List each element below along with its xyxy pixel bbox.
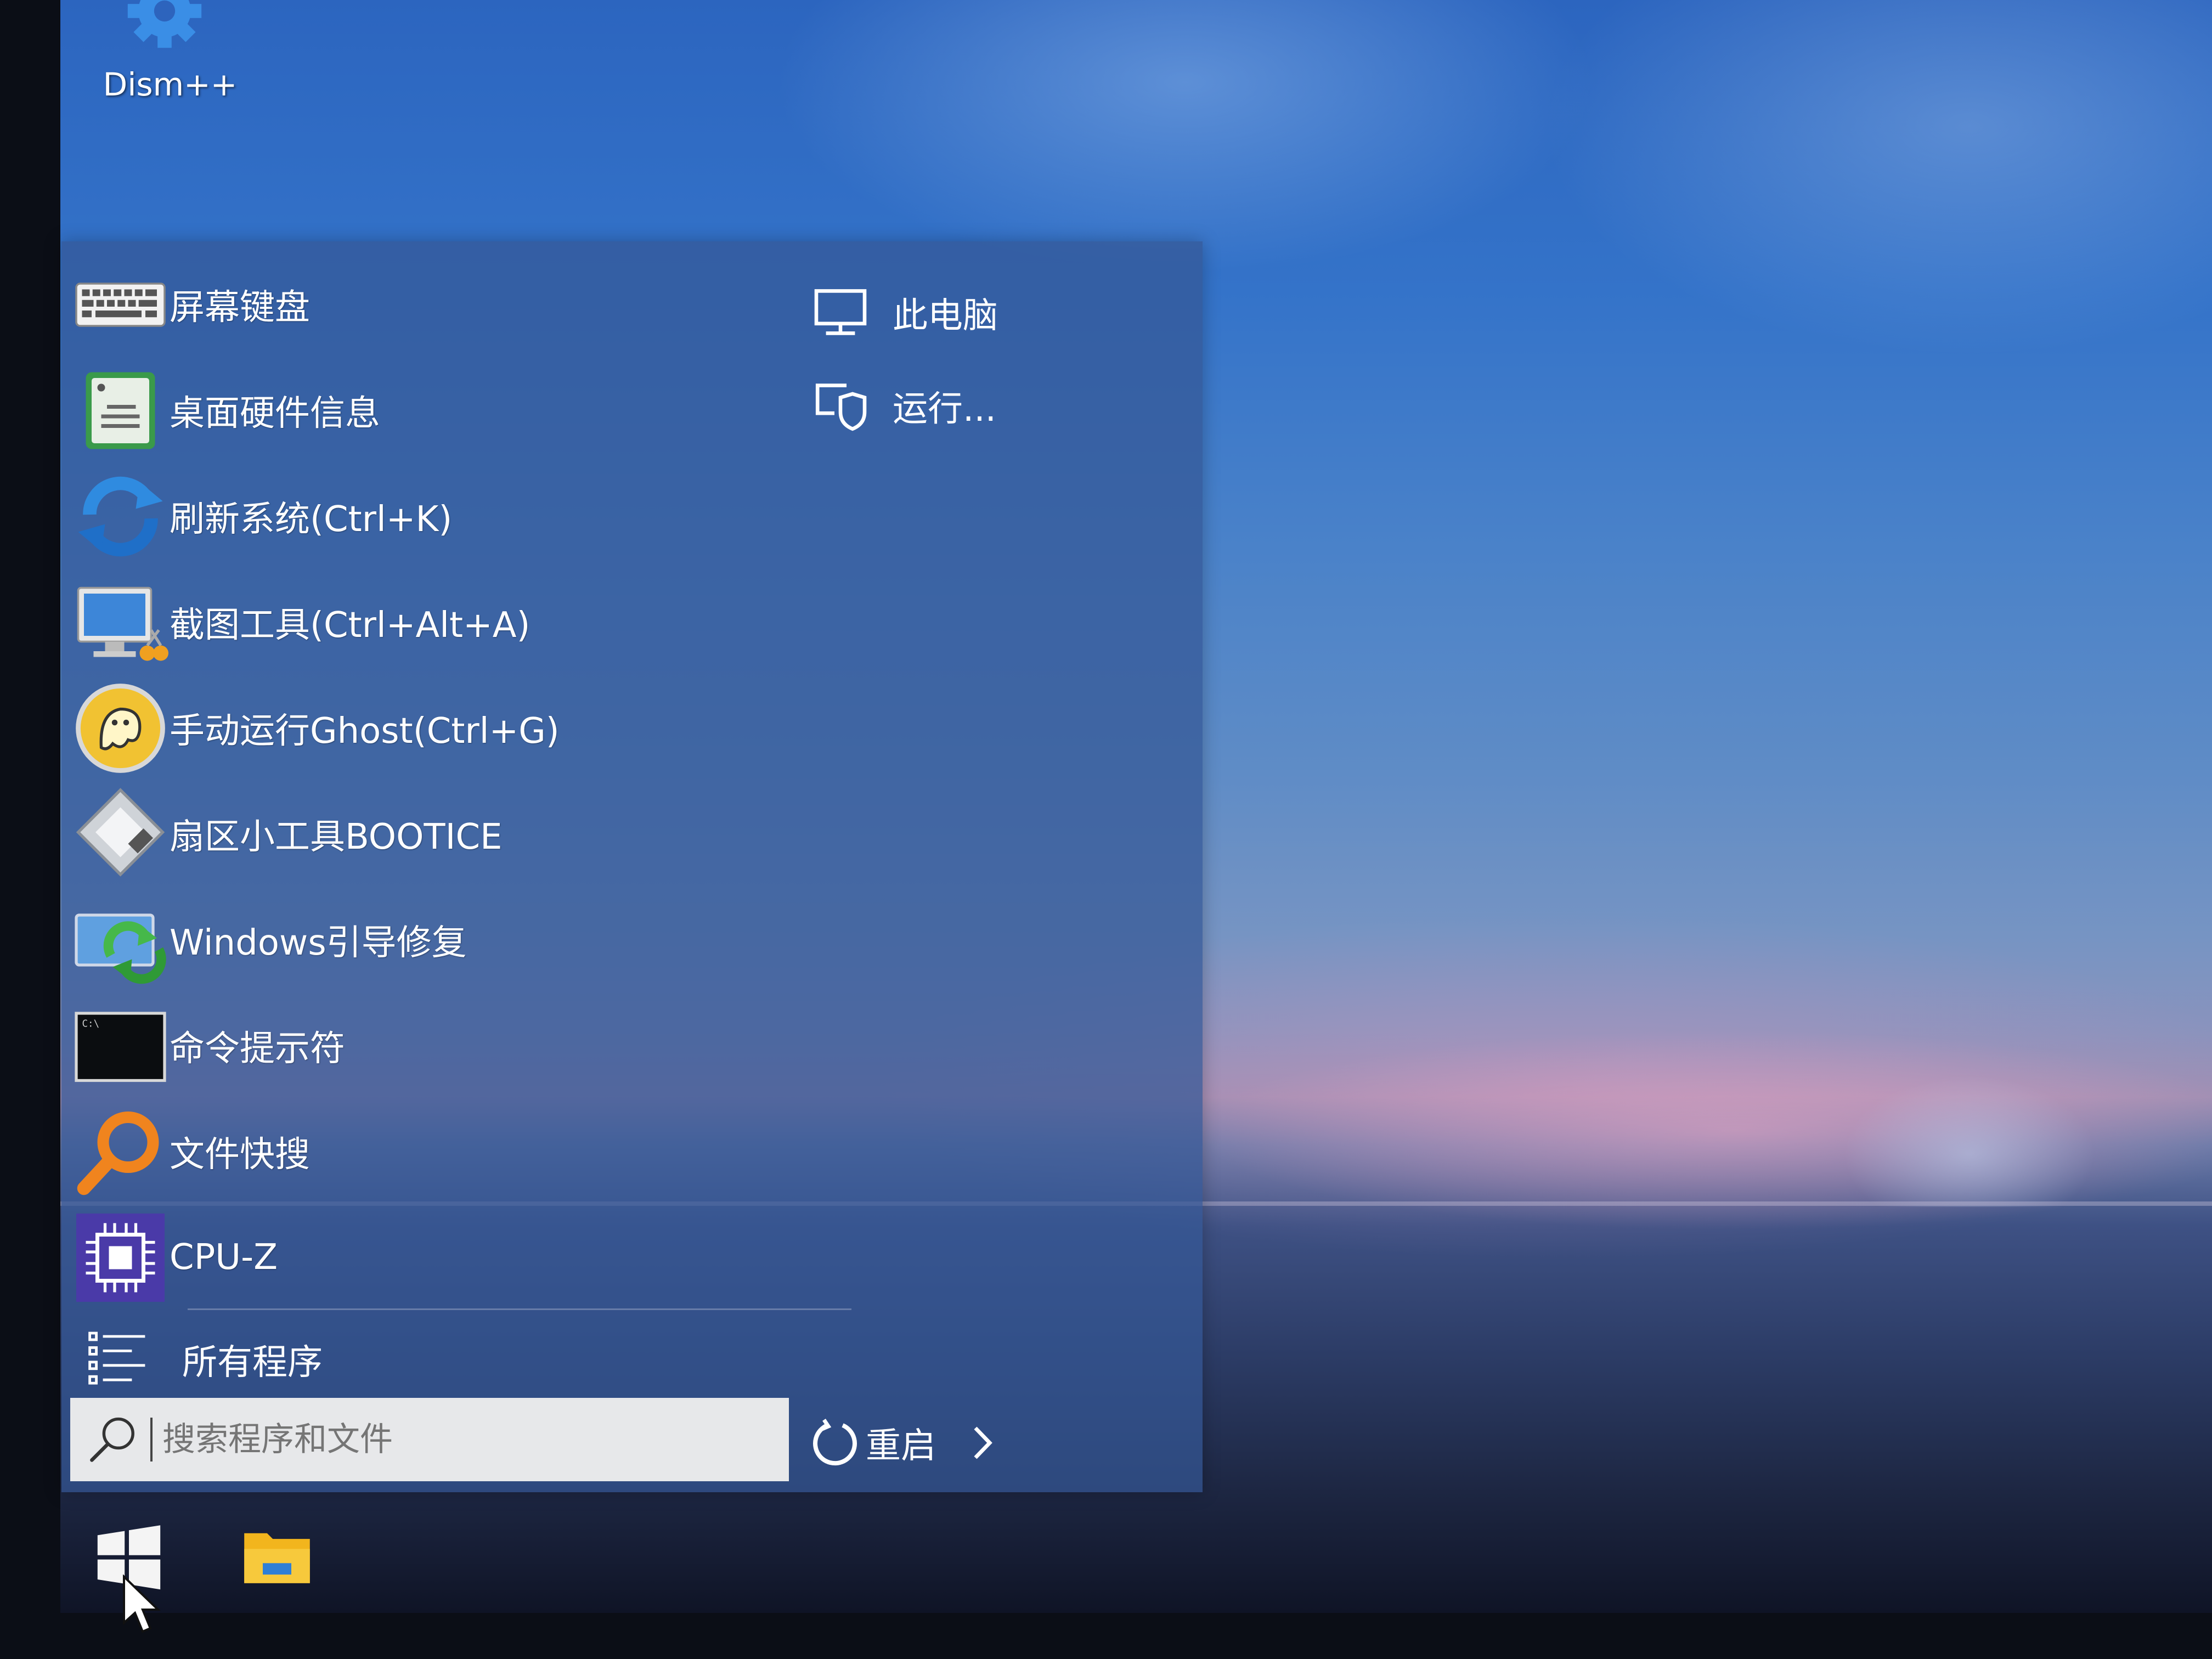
menu-item-bootice[interactable]: 扇区小工具BOOTICE <box>72 785 786 883</box>
mouse-cursor-icon <box>123 1575 161 1633</box>
menu-item-on-screen-keyboard[interactable]: 屏幕键盘 <box>72 255 786 354</box>
all-programs-label: 所有程序 <box>182 1342 323 1383</box>
screen-bezel <box>0 1613 2212 1659</box>
screen-bezel <box>0 0 60 1659</box>
right-item-this-pc[interactable]: 此电脑 <box>810 274 998 351</box>
menu-item-label: 命令提示符 <box>170 1029 345 1069</box>
menu-item-refresh-system[interactable]: 刷新系统(Ctrl+K) <box>72 467 786 566</box>
cpu-icon <box>76 1213 165 1302</box>
list-icon <box>88 1331 145 1385</box>
start-menu: 屏幕键盘 桌面硬件信息 刷新系统(Ctrl+K) 截图工具(Ctrl+Alt+A… <box>61 241 1203 1492</box>
svg-text:C:\: C:\ <box>82 1018 100 1029</box>
menu-item-cpu-z[interactable]: CPU-Z <box>72 1208 786 1307</box>
restart-label: 重启 <box>866 1426 936 1466</box>
menu-item-ghost[interactable]: 手动运行Ghost(Ctrl+G) <box>72 679 786 777</box>
menu-item-label: 扇区小工具BOOTICE <box>170 817 503 857</box>
ghost-icon <box>76 683 165 773</box>
restart-button[interactable]: 重启 <box>808 1407 1002 1479</box>
menu-item-hardware-info[interactable]: 桌面硬件信息 <box>72 361 786 460</box>
right-item-label: 此电脑 <box>893 296 998 336</box>
menu-item-file-search[interactable]: 文件快搜 <box>72 1102 786 1201</box>
desktop-icon-label: Dism++ <box>103 66 238 103</box>
start-menu-pinned-list: 屏幕键盘 桌面硬件信息 刷新系统(Ctrl+K) 截图工具(Ctrl+Alt+A… <box>61 241 791 1487</box>
gear-icon <box>127 0 202 48</box>
sky-cloud <box>1542 0 2212 357</box>
menu-item-label: 屏幕键盘 <box>170 287 310 328</box>
search-icon <box>90 1417 134 1462</box>
desktop-icon-dism[interactable]: Dism++ <box>88 0 252 110</box>
menu-item-label: 刷新系统(Ctrl+K) <box>170 499 453 540</box>
run-icon <box>815 383 867 431</box>
computer-icon <box>814 289 867 335</box>
menu-item-screenshot-tool[interactable]: 截图工具(Ctrl+Alt+A) <box>72 573 786 672</box>
power-icon <box>813 1419 857 1466</box>
all-programs-button[interactable]: 所有程序 <box>78 1317 791 1402</box>
menu-item-label: Windows引导修复 <box>170 923 467 963</box>
text-caret <box>150 1418 153 1462</box>
sky-cloud <box>774 0 1596 274</box>
right-item-label: 运行... <box>893 389 997 430</box>
menu-item-boot-repair[interactable]: Windows引导修复 <box>72 890 786 989</box>
hardware-info-icon <box>86 372 155 449</box>
keyboard-icon <box>75 282 166 327</box>
menu-item-label: CPU-Z <box>170 1237 278 1278</box>
folder-icon[interactable] <box>241 1522 313 1588</box>
boot-repair-icon <box>75 913 166 984</box>
terminal-icon: C:\ <box>75 1011 166 1082</box>
refresh-icon <box>78 476 163 556</box>
menu-item-label: 手动运行Ghost(Ctrl+G) <box>170 711 560 752</box>
menu-item-label: 桌面硬件信息 <box>170 393 380 434</box>
right-item-run[interactable]: 运行... <box>810 368 996 444</box>
magnifier-icon <box>77 1111 159 1195</box>
menu-item-command-prompt[interactable]: C:\ 命令提示符 <box>72 996 786 1095</box>
chevron-right-icon[interactable] <box>963 1418 1002 1468</box>
search-box[interactable] <box>70 1398 789 1481</box>
disk-tool-icon <box>76 787 165 877</box>
menu-divider <box>188 1308 851 1310</box>
search-input[interactable] <box>161 1420 767 1459</box>
menu-item-label: 文件快搜 <box>170 1135 310 1175</box>
menu-item-label: 截图工具(Ctrl+Alt+A) <box>170 605 531 646</box>
horizon-cloud <box>1843 1075 2096 1207</box>
screenshot-icon <box>77 586 168 661</box>
